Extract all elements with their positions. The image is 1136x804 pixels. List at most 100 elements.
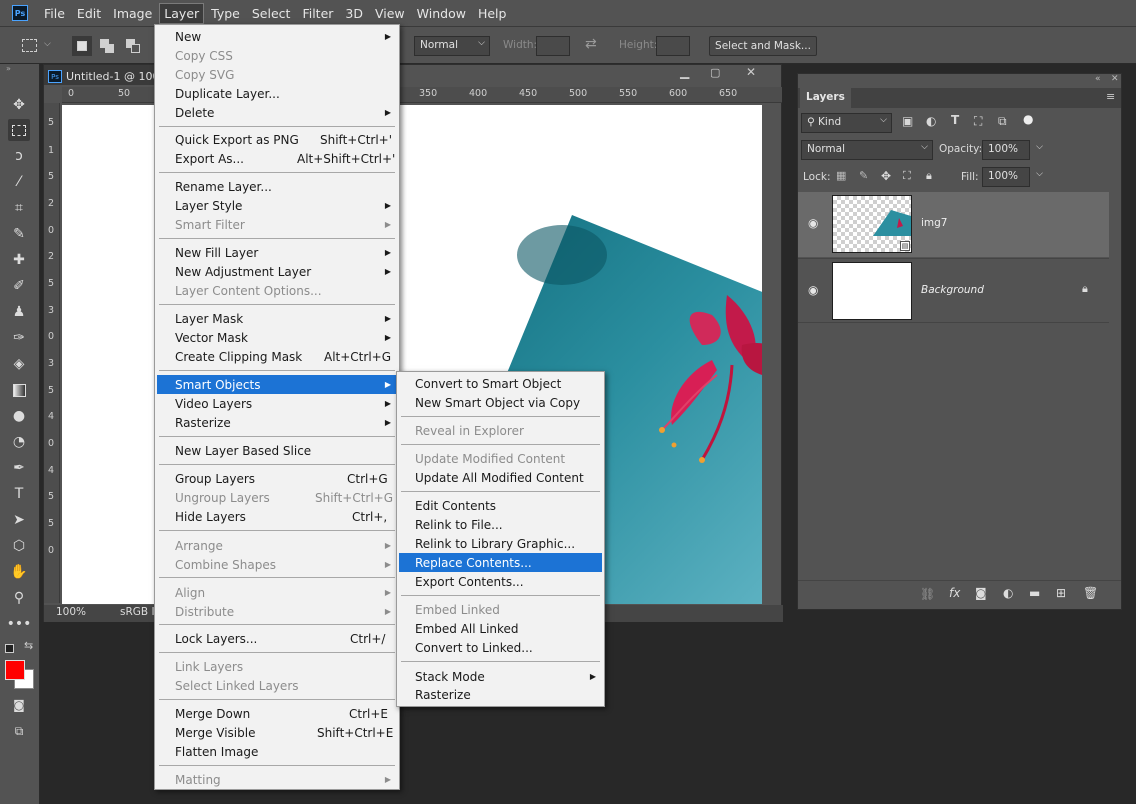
menu-item-hide-layers[interactable]: Hide Layers Ctrl+,	[157, 507, 397, 526]
layer-row-background[interactable]: ◉ Background 🔒︎	[798, 258, 1109, 323]
blend-mode-select[interactable]: Normal ⌵	[801, 140, 933, 160]
lock-position-icon[interactable]: ✥	[881, 169, 891, 183]
menu-item-duplicate-layer[interactable]: Duplicate Layer...	[157, 84, 397, 103]
lock-all-icon[interactable]: 🔒︎	[926, 169, 932, 183]
menu-item-layer-mask[interactable]: Layer Mask ▶	[157, 309, 397, 328]
crop-tool-icon[interactable]: ⌗	[8, 197, 30, 219]
gradient-tool-icon[interactable]	[8, 379, 30, 401]
menu-item-matting[interactable]: Matting ▶	[157, 770, 397, 789]
add-to-selection-icon[interactable]	[98, 36, 118, 56]
type-tool-icon[interactable]: T	[8, 483, 30, 505]
menu-item-rename-layer[interactable]: Rename Layer...	[157, 177, 397, 196]
menu-window[interactable]: Window	[412, 3, 471, 24]
swap-colors-icon[interactable]: ⇆	[24, 639, 33, 652]
menu-item-select-linked-layers[interactable]: Select Linked Layers	[157, 676, 397, 695]
menu-item-group-layers[interactable]: Group Layers Ctrl+G	[157, 469, 397, 488]
menu-item-new-layer-based-slice[interactable]: New Layer Based Slice	[157, 441, 397, 460]
menu-file[interactable]: File	[39, 3, 70, 24]
panel-menu-icon[interactable]: ≡	[1106, 90, 1115, 103]
menu-item-update-modified-content[interactable]: Update Modified Content	[399, 449, 602, 468]
shape-tool-icon[interactable]: ⬡	[8, 535, 30, 557]
tab-layers[interactable]: Layers	[800, 88, 851, 108]
blur-tool-icon[interactable]: ●	[8, 405, 30, 427]
menu-item-rasterize-smart[interactable]: Rasterize	[399, 685, 602, 704]
menu-item-convert-to-smart-object[interactable]: Convert to Smart Object	[399, 374, 602, 393]
marquee-preset-icon[interactable]	[20, 36, 40, 56]
menu-item-layer-style[interactable]: Layer Style ▶	[157, 196, 397, 215]
width-input[interactable]	[536, 36, 570, 56]
add-mask-icon[interactable]: ◙	[975, 586, 987, 600]
menu-item-edit-contents[interactable]: Edit Contents	[399, 496, 602, 515]
subtract-from-selection-icon[interactable]	[124, 36, 144, 56]
filter-toggle-icon[interactable]: ●	[1023, 112, 1033, 126]
pixel-filter-icon[interactable]: ▣	[902, 114, 913, 128]
lock-artboard-icon[interactable]: ⛶	[903, 169, 911, 183]
link-layers-icon[interactable]: ⛓	[920, 587, 935, 601]
maximize-icon[interactable]: ▢	[710, 66, 720, 79]
layer-row-img7[interactable]: ◉ ▤ img7	[798, 192, 1109, 257]
menu-item-export-as[interactable]: Export As... Alt+Shift+Ctrl+'	[157, 149, 397, 168]
lock-image-icon[interactable]: ✎	[859, 169, 868, 182]
brush-tool-icon[interactable]: ✐	[8, 275, 30, 297]
zoom-tool-icon[interactable]: ⚲	[8, 587, 30, 609]
menu-item-convert-to-linked[interactable]: Convert to Linked...	[399, 638, 602, 657]
select-and-mask-button[interactable]: Select and Mask...	[709, 36, 817, 56]
eyedropper-tool-icon[interactable]: ✎	[8, 223, 30, 245]
menu-item-create-clipping-mask[interactable]: Create Clipping Mask Alt+Ctrl+G	[157, 347, 397, 366]
lock-transparent-icon[interactable]: ▦	[836, 169, 846, 182]
menu-item-embed-all-linked[interactable]: Embed All Linked	[399, 619, 602, 638]
layer-name[interactable]: img7	[921, 217, 948, 229]
menu-item-delete[interactable]: Delete ▶	[157, 103, 397, 122]
type-filter-icon[interactable]: T	[951, 113, 959, 127]
menu-item-vector-mask[interactable]: Vector Mask ▶	[157, 328, 397, 347]
path-selection-tool-icon[interactable]: ➤	[8, 509, 30, 531]
new-selection-icon[interactable]	[72, 36, 92, 56]
move-tool-icon[interactable]: ✥	[8, 94, 30, 116]
magic-wand-tool-icon[interactable]: ⁄	[8, 171, 30, 193]
menu-item-quick-export[interactable]: Quick Export as PNG Shift+Ctrl+'	[157, 130, 397, 149]
hand-tool-icon[interactable]: ✋	[8, 561, 30, 583]
menu-select[interactable]: Select	[247, 3, 296, 24]
collapse-icon[interactable]: »	[6, 64, 11, 73]
menu-item-merge-down[interactable]: Merge Down Ctrl+E	[157, 704, 397, 723]
menu-3d[interactable]: 3D	[340, 3, 368, 24]
menu-item-arrange[interactable]: Arrange ▶	[157, 536, 397, 555]
eraser-tool-icon[interactable]: ◈	[8, 353, 30, 375]
menu-item-merge-visible[interactable]: Merge Visible Shift+Ctrl+E	[157, 723, 397, 742]
menu-item-copy-css[interactable]: Copy CSS	[157, 46, 397, 65]
menu-item-video-layers[interactable]: Video Layers ▶	[157, 394, 397, 413]
menu-item-align[interactable]: Align ▶	[157, 583, 397, 602]
menu-view[interactable]: View	[370, 3, 410, 24]
menu-item-layer-content-options[interactable]: Layer Content Options...	[157, 281, 397, 300]
menu-item-replace-contents[interactable]: Replace Contents...	[399, 553, 602, 572]
menu-item-distribute[interactable]: Distribute ▶	[157, 602, 397, 621]
height-input[interactable]	[656, 36, 690, 56]
minimize-icon[interactable]: ▁	[680, 65, 689, 79]
close-panel-icon[interactable]: ✕	[1111, 74, 1119, 84]
adjustment-layer-icon[interactable]: ◐	[1003, 586, 1013, 600]
zoom-readout[interactable]: 100%	[56, 606, 86, 618]
visibility-eye-icon[interactable]: ◉	[808, 216, 818, 230]
swap-icon[interactable]: ⇄	[585, 36, 597, 52]
menu-item-smart-filter[interactable]: Smart Filter ▶	[157, 215, 397, 234]
clone-stamp-tool-icon[interactable]: ♟	[8, 301, 30, 323]
smart-object-filter-icon[interactable]: ⧉	[998, 114, 1007, 129]
close-icon[interactable]: ✕	[746, 65, 756, 79]
fx-icon[interactable]: fx	[949, 586, 960, 600]
menu-item-flatten-image[interactable]: Flatten Image	[157, 742, 397, 761]
pen-tool-icon[interactable]: ✒	[8, 457, 30, 479]
screen-mode-icon[interactable]: ⧉	[8, 720, 30, 742]
menu-item-update-all-modified-content[interactable]: Update All Modified Content	[399, 468, 602, 487]
menu-item-combine-shapes[interactable]: Combine Shapes ▶	[157, 555, 397, 574]
foreground-color-swatch[interactable]	[5, 660, 25, 680]
menu-item-new-fill-layer[interactable]: New Fill Layer ▶	[157, 243, 397, 262]
menu-image[interactable]: Image	[108, 3, 157, 24]
menu-item-ungroup-layers[interactable]: Ungroup Layers Shift+Ctrl+G	[157, 488, 397, 507]
menu-item-relink-to-file[interactable]: Relink to File...	[399, 515, 602, 534]
shape-filter-icon[interactable]: ⛶	[974, 114, 982, 129]
menu-type[interactable]: Type	[206, 3, 245, 24]
menu-edit[interactable]: Edit	[72, 3, 106, 24]
menu-item-copy-svg[interactable]: Copy SVG	[157, 65, 397, 84]
quick-mask-icon[interactable]: ◙	[8, 694, 30, 716]
menu-item-export-contents[interactable]: Export Contents...	[399, 572, 602, 591]
